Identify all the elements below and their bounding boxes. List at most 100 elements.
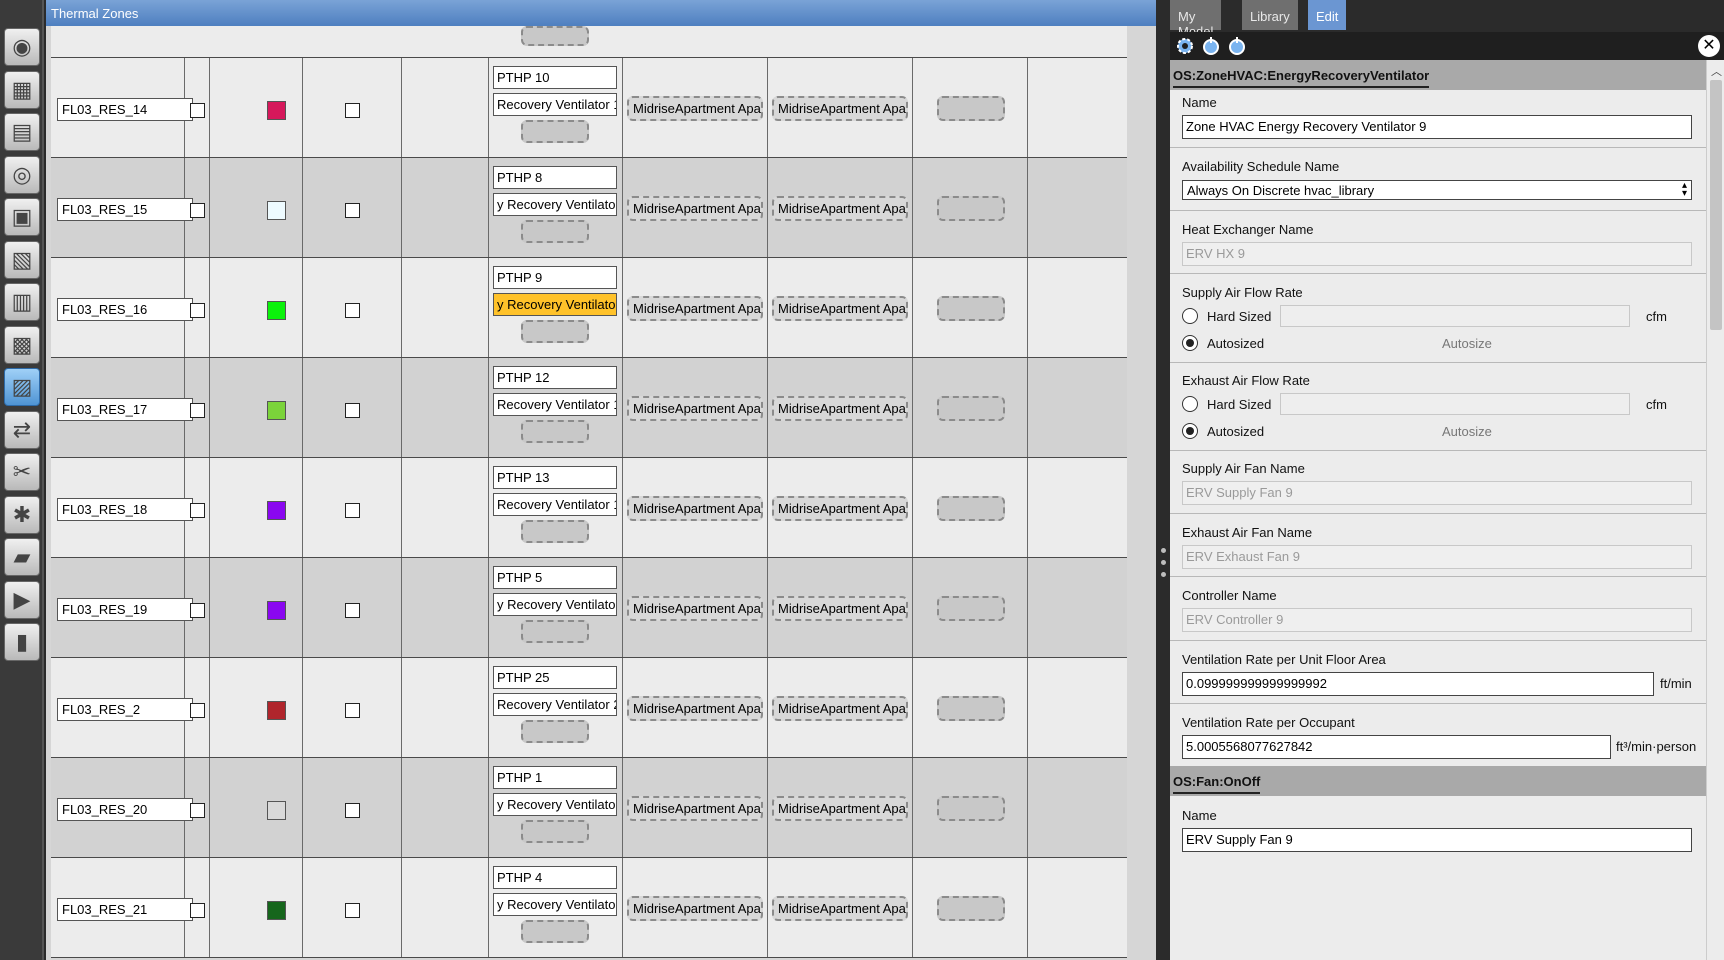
drop-slot[interactable]: [937, 196, 1005, 221]
ideal-loads-checkbox[interactable]: [345, 903, 360, 918]
equipment-drop-slot[interactable]: [521, 420, 589, 443]
ideal-loads-checkbox[interactable]: [345, 603, 360, 618]
cooling-schedule-drop[interactable]: MidriseApartment Apartr: [627, 96, 763, 121]
select-checkbox[interactable]: [190, 403, 205, 418]
heating-schedule-drop[interactable]: MidriseApartment Apartr: [772, 896, 908, 921]
render-color-swatch[interactable]: [267, 101, 286, 120]
exhaust-autosized-radio[interactable]: [1182, 423, 1198, 439]
cooling-schedule-drop[interactable]: MidriseApartment Apartr: [627, 596, 763, 621]
zone-name-field[interactable]: FL03_RES_16: [57, 298, 193, 321]
select-checkbox[interactable]: [190, 703, 205, 718]
hvac-systems-button[interactable]: ⇄: [4, 410, 40, 449]
tab-my-model[interactable]: My Model: [1170, 0, 1223, 39]
zone-equipment-field[interactable]: y Recovery Ventilator 4: [493, 893, 617, 916]
zone-equipment-field[interactable]: y Recovery Ventilator 8: [493, 193, 617, 216]
heating-schedule-drop[interactable]: MidriseApartment Apartr: [772, 796, 908, 821]
supply-flow-input[interactable]: [1280, 305, 1630, 327]
inspector-scrollbar[interactable]: ︿: [1706, 60, 1724, 960]
zone-equipment-field[interactable]: Recovery Ventilator 10: [493, 93, 617, 116]
zone-equipment-field[interactable]: PTHP 9: [493, 266, 617, 289]
zone-name-field[interactable]: FL03_RES_21: [57, 898, 193, 921]
heating-schedule-drop[interactable]: MidriseApartment Apartr: [772, 296, 908, 321]
drop-slot[interactable]: [937, 496, 1005, 521]
space-types-button[interactable]: ▣: [4, 198, 40, 236]
measures-button[interactable]: ▰: [4, 538, 40, 576]
render-color-swatch[interactable]: [267, 501, 286, 520]
refresh-icon[interactable]: [1226, 35, 1248, 57]
select-checkbox[interactable]: [190, 503, 205, 518]
zone-equipment-field[interactable]: PTHP 5: [493, 566, 617, 589]
cooling-schedule-drop[interactable]: MidriseApartment Apartr: [627, 796, 763, 821]
gear-icon[interactable]: [1174, 35, 1196, 57]
variables-button[interactable]: ✂: [4, 453, 40, 491]
select-checkbox[interactable]: [190, 903, 205, 918]
zone-name-field[interactable]: FL03_RES_15: [57, 198, 193, 221]
zone-equipment-field[interactable]: Recovery Ventilator 12: [493, 393, 617, 416]
simulation-settings-button[interactable]: ✱: [4, 495, 40, 534]
ideal-loads-checkbox[interactable]: [345, 303, 360, 318]
select-checkbox[interactable]: [190, 603, 205, 618]
zone-name-field[interactable]: FL03_RES_18: [57, 498, 193, 521]
render-color-swatch[interactable]: [267, 201, 286, 220]
tab-library[interactable]: Library: [1242, 0, 1299, 30]
render-color-swatch[interactable]: [267, 701, 286, 720]
cooling-schedule-drop[interactable]: MidriseApartment Apartr: [627, 196, 763, 221]
zone-equipment-field[interactable]: PTHP 10: [493, 66, 617, 89]
equipment-drop-slot[interactable]: [521, 820, 589, 843]
zone-equipment-field[interactable]: y Recovery Ventilator 5: [493, 593, 617, 616]
vent-rate-occupant-field[interactable]: 5.0005568077627842: [1182, 735, 1611, 759]
heating-schedule-drop[interactable]: MidriseApartment Apartr: [772, 696, 908, 721]
heating-schedule-drop[interactable]: MidriseApartment Apartr: [772, 96, 908, 121]
render-color-swatch[interactable]: [267, 801, 286, 820]
ideal-loads-checkbox[interactable]: [345, 803, 360, 818]
zone-equipment-field[interactable]: PTHP 13: [493, 466, 617, 489]
zone-equipment-field[interactable]: y Recovery Ventilator 1: [493, 793, 617, 816]
ideal-loads-checkbox[interactable]: [345, 103, 360, 118]
cooling-schedule-drop[interactable]: MidriseApartment Apartr: [627, 896, 763, 921]
zone-name-field[interactable]: FL03_RES_20: [57, 798, 193, 821]
drop-slot[interactable]: [937, 596, 1005, 621]
results-button[interactable]: ▮: [4, 623, 40, 661]
select-checkbox[interactable]: [190, 103, 205, 118]
fan-name-field[interactable]: ERV Supply Fan 9: [1182, 828, 1692, 852]
vent-rate-area-field[interactable]: 0.099999999999999992: [1182, 672, 1654, 696]
supply-autosized-radio[interactable]: [1182, 335, 1198, 351]
zone-equipment-field[interactable]: PTHP 1: [493, 766, 617, 789]
select-checkbox[interactable]: [190, 803, 205, 818]
equipment-drop-slot[interactable]: [521, 120, 589, 143]
run-button[interactable]: ▶: [4, 580, 40, 619]
cooling-schedule-drop[interactable]: MidriseApartment Apartr: [627, 296, 763, 321]
supply-fan-field[interactable]: ERV Supply Fan 9: [1182, 481, 1692, 505]
zone-equipment-field[interactable]: Recovery Ventilator 25: [493, 693, 617, 716]
name-field[interactable]: Zone HVAC Energy Recovery Ventilator 9: [1182, 115, 1692, 139]
equipment-drop-slot[interactable]: [521, 220, 589, 243]
cooling-schedule-drop[interactable]: MidriseApartment Apartr: [627, 696, 763, 721]
zone-equipment-field[interactable]: PTHP 4: [493, 866, 617, 889]
scroll-up-icon[interactable]: ︿: [1711, 63, 1722, 79]
drop-slot[interactable]: [521, 26, 589, 46]
drop-slot[interactable]: [937, 696, 1005, 721]
drop-slot[interactable]: [937, 296, 1005, 321]
drop-slot[interactable]: [937, 396, 1005, 421]
zone-name-field[interactable]: FL03_RES_17: [57, 398, 193, 421]
exhaust-flow-input[interactable]: [1280, 393, 1630, 415]
spaces-button[interactable]: ▩: [4, 325, 40, 364]
scroll-thumb[interactable]: [1710, 80, 1722, 330]
equipment-drop-slot[interactable]: [521, 320, 589, 343]
select-checkbox[interactable]: [190, 303, 205, 318]
drop-slot[interactable]: [937, 896, 1005, 921]
controller-field[interactable]: ERV Controller 9: [1182, 608, 1692, 632]
constructions-button[interactable]: ▤: [4, 113, 40, 151]
render-color-swatch[interactable]: [267, 401, 286, 420]
ideal-loads-checkbox[interactable]: [345, 203, 360, 218]
zone-equipment-field[interactable]: PTHP 25: [493, 666, 617, 689]
heat-exchanger-field[interactable]: ERV HX 9: [1182, 242, 1692, 266]
zone-name-field[interactable]: FL03_RES_14: [57, 98, 193, 121]
heating-schedule-drop[interactable]: MidriseApartment Apartr: [772, 496, 908, 521]
availability-schedule-select[interactable]: Always On Discrete hvac_library ▴ ▾: [1182, 180, 1692, 200]
drop-slot[interactable]: [937, 96, 1005, 121]
facility-button[interactable]: ▥: [4, 283, 40, 321]
panel-splitter[interactable]: [1156, 0, 1170, 960]
tab-edit[interactable]: Edit: [1308, 0, 1348, 30]
thermal-zones-button[interactable]: ▨: [4, 368, 40, 406]
